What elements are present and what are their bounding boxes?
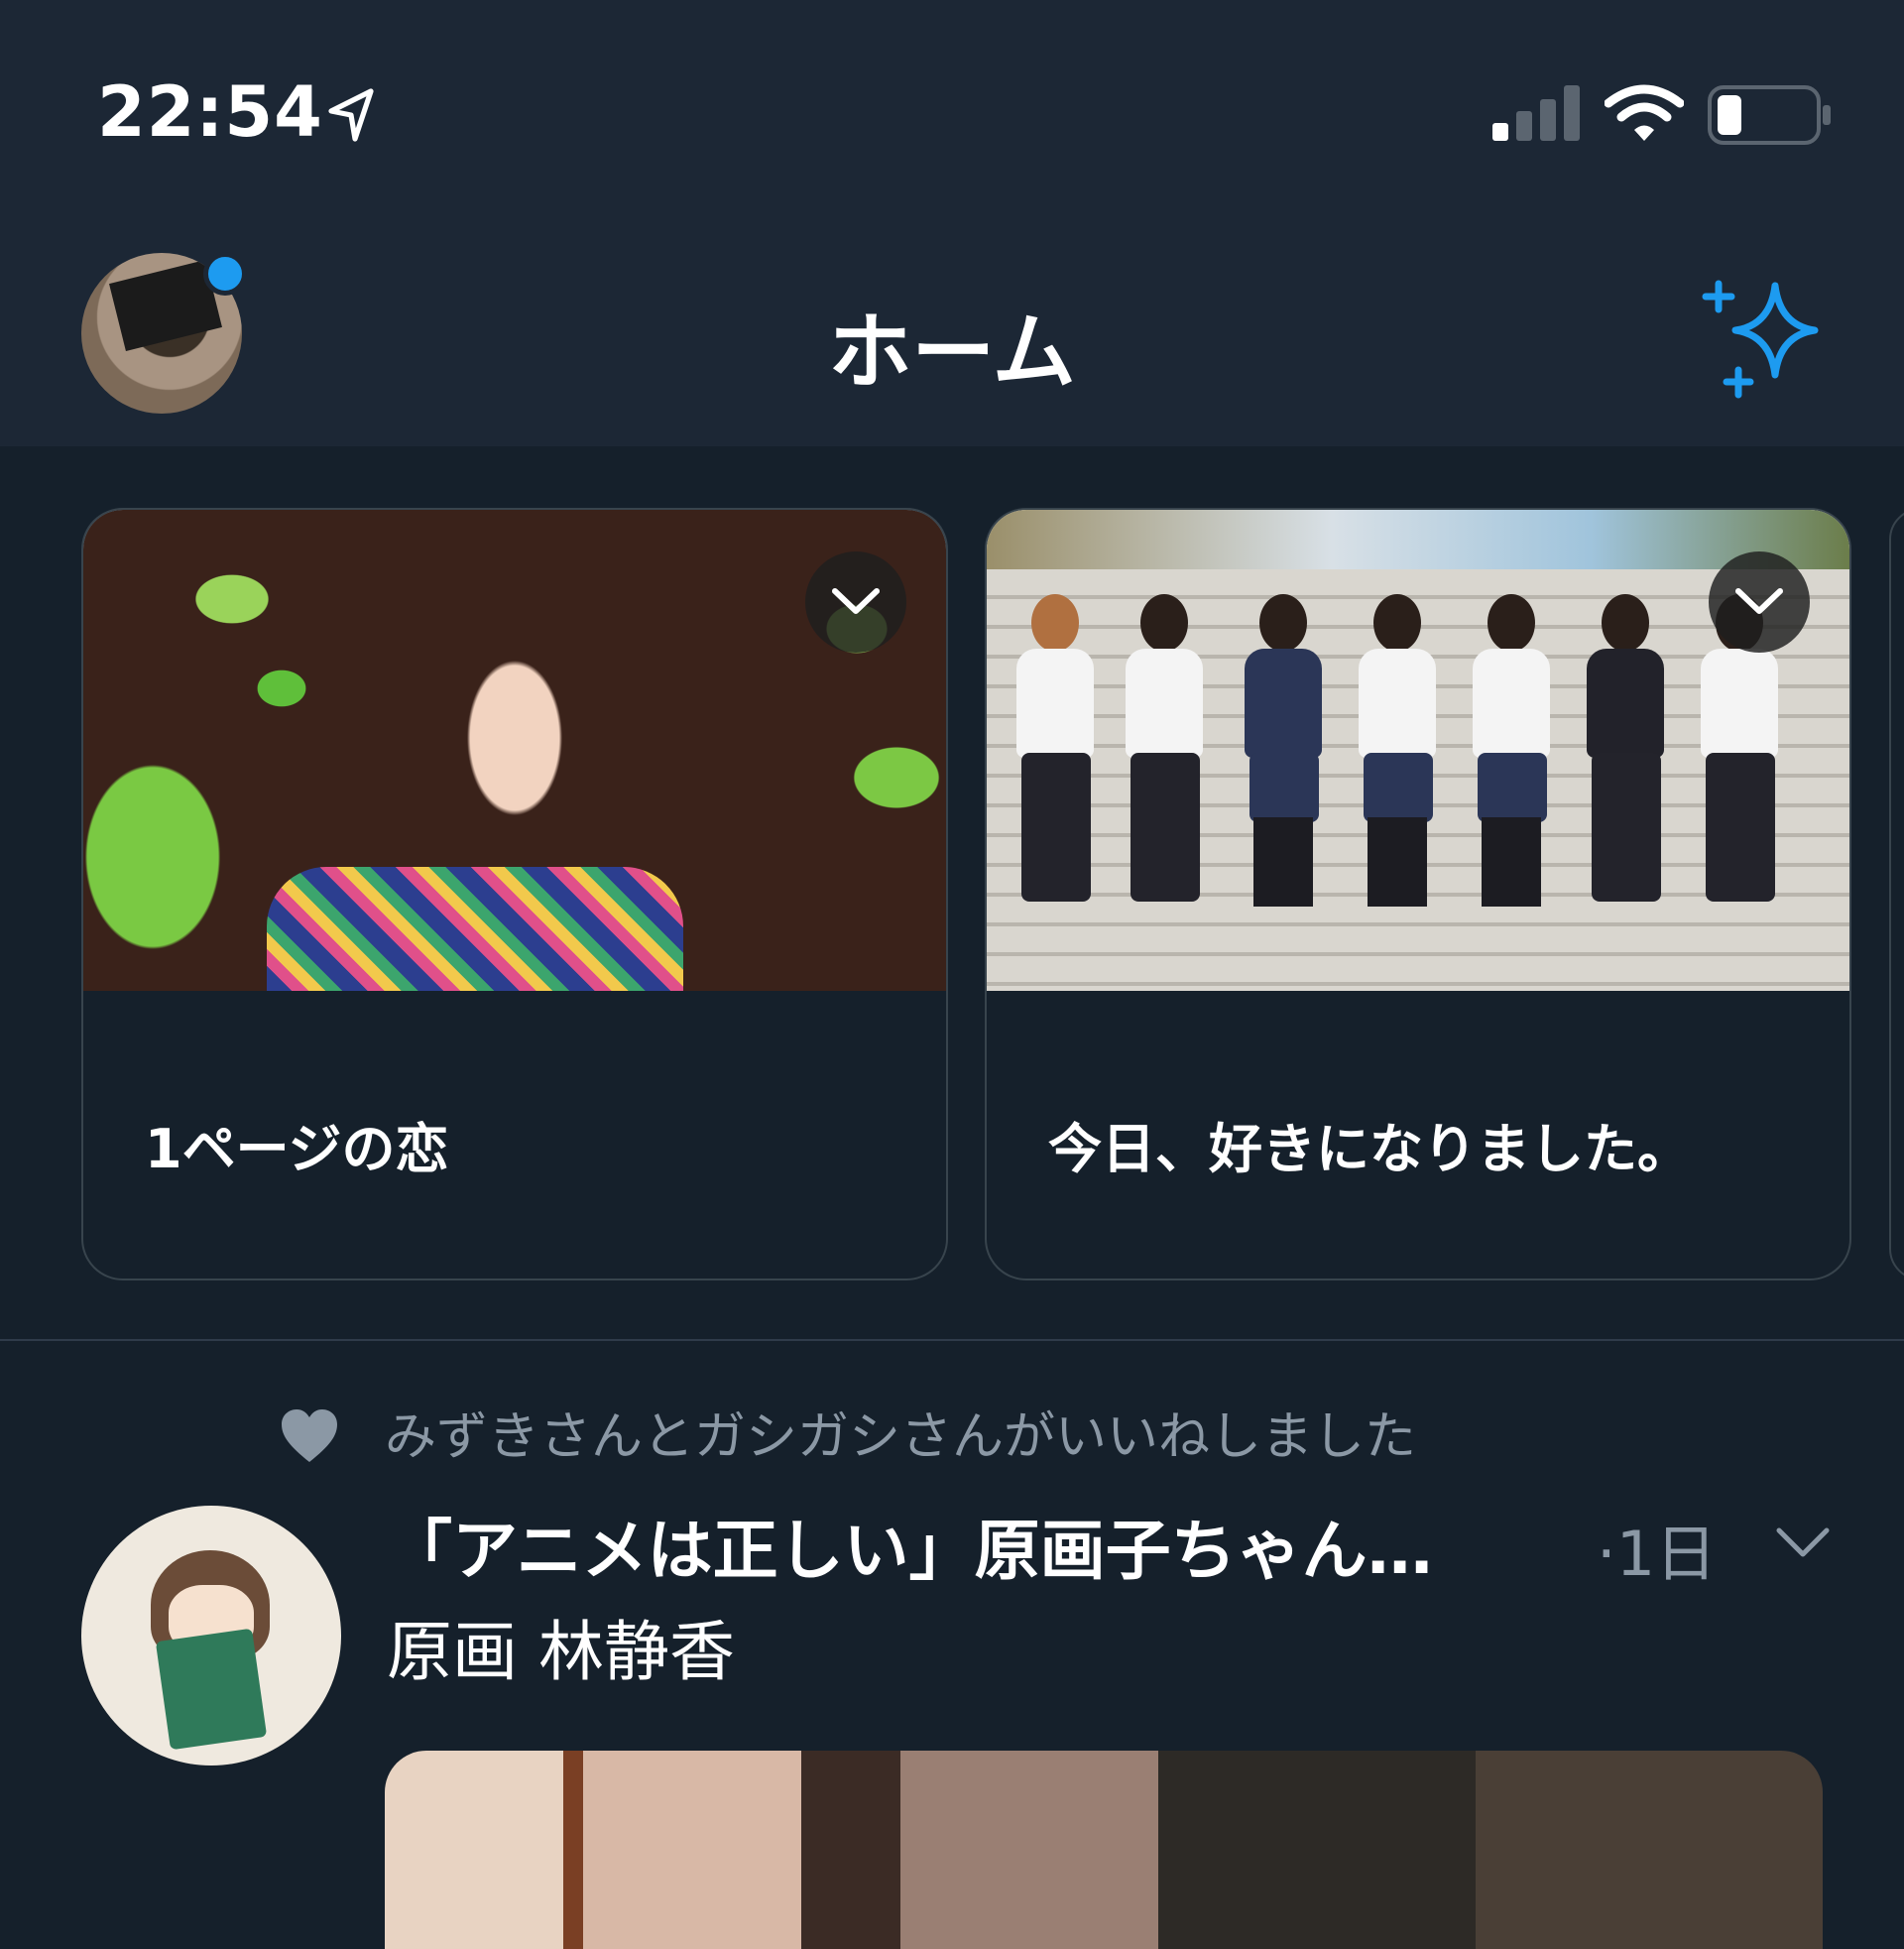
battery-icon: [1708, 85, 1831, 145]
topic-card-title: 今日、好きになりました。: [1048, 1118, 1691, 1180]
author-avatar[interactable]: [81, 1506, 341, 1766]
tweet-media-image[interactable]: [385, 1751, 1823, 1949]
topic-card-title: 1ページの恋: [145, 1118, 449, 1180]
tweet-text: 原画 林静香: [387, 1614, 735, 1690]
chevron-down-icon: [832, 588, 880, 614]
author-name[interactable]: 「アニメは正しい」原画子ちゃん…: [387, 1498, 1433, 1593]
status-time: 22:54: [97, 71, 323, 153]
location-arrow-icon: [328, 88, 374, 142]
page-title: ホーム: [828, 304, 1076, 401]
sparkle-icon[interactable]: [1701, 276, 1830, 405]
card-options-button[interactable]: [805, 551, 906, 653]
topic-card[interactable]: 1ページの恋: [81, 508, 948, 1280]
topic-card-partial[interactable]: [1889, 508, 1904, 1280]
tweet-timestamp[interactable]: ·1日: [1597, 1504, 1717, 1593]
card-options-button[interactable]: [1709, 551, 1810, 653]
social-context[interactable]: みずきさんとガシガシさんがいいねしました: [385, 1395, 1416, 1469]
heart-icon: [282, 1409, 337, 1462]
cellular-signal-icon: [1492, 85, 1580, 141]
chevron-down-icon: [1735, 588, 1783, 614]
wifi-icon: [1605, 84, 1684, 141]
chevron-down-icon[interactable]: [1775, 1523, 1831, 1562]
topic-card[interactable]: 今日、好きになりました。: [985, 508, 1851, 1280]
